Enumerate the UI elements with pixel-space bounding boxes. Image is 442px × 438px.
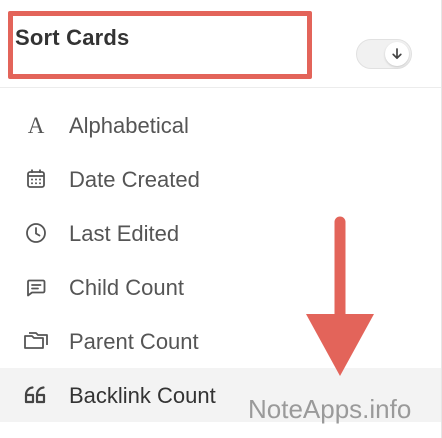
message-square-icon — [22, 274, 50, 300]
panel-header: Sort Cards — [0, 0, 442, 110]
sort-option-label: Parent Count — [69, 329, 199, 354]
panel-title: Sort Cards — [15, 25, 130, 50]
alphabet-a-icon: A — [22, 112, 50, 138]
sort-option-label: Last Edited — [69, 221, 180, 246]
sort-cards-panel: Sort Cards A Alphabetical Date Created L… — [0, 0, 442, 438]
sort-option-alphabetical[interactable]: A Alphabetical — [0, 98, 442, 152]
arrow-down-icon — [392, 48, 402, 60]
sort-option-date-created[interactable]: Date Created — [0, 152, 442, 206]
toggle-knob[interactable] — [385, 42, 409, 66]
annotation-arrow — [306, 216, 374, 376]
clock-icon — [22, 220, 50, 246]
sort-option-label: Date Created — [69, 167, 200, 192]
quote-icon — [22, 382, 50, 408]
sort-option-label: Backlink Count — [69, 383, 216, 408]
sort-option-label: Child Count — [69, 275, 184, 300]
folder-icon — [22, 328, 50, 354]
sort-direction-toggle[interactable] — [356, 39, 412, 69]
sort-option-label: Alphabetical — [69, 113, 189, 138]
calendar-icon — [22, 166, 50, 192]
watermark-text: NoteApps.info — [248, 394, 412, 424]
svg-text:A: A — [28, 113, 45, 138]
header-divider — [0, 87, 442, 88]
